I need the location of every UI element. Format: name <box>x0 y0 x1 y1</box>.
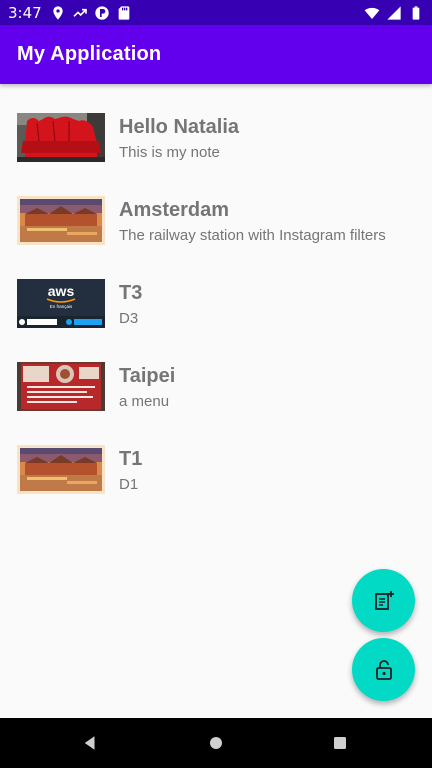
note-list: Hello Natalia This is my note Amsterdam … <box>0 84 432 511</box>
amsterdam-station-image <box>17 445 105 494</box>
app-title: My Application <box>17 43 162 65</box>
note-item[interactable]: Taipei a menu <box>0 345 432 428</box>
recents-button[interactable] <box>310 718 370 768</box>
note-title: Hello Natalia <box>119 116 240 138</box>
note-title: T1 <box>119 448 143 470</box>
signal-icon <box>386 5 402 21</box>
location-icon <box>50 5 66 21</box>
recents-square-icon <box>334 737 346 749</box>
red-couch-image <box>17 113 105 162</box>
note-title: Taipei <box>119 365 176 387</box>
note-thumbnail <box>17 445 105 494</box>
status-right-icons <box>364 0 424 25</box>
status-time: 3:47 <box>8 3 42 22</box>
sd-card-icon <box>116 5 132 21</box>
lock-button[interactable] <box>352 638 415 701</box>
wifi-icon <box>364 5 380 21</box>
navigation-bar <box>0 718 432 768</box>
p-badge-icon <box>94 5 110 21</box>
trending-icon <box>72 5 88 21</box>
note-item[interactable]: Amsterdam The railway station with Insta… <box>0 179 432 262</box>
back-button[interactable] <box>60 718 120 768</box>
home-button[interactable] <box>186 718 246 768</box>
home-circle-icon <box>210 737 222 749</box>
note-title: Amsterdam <box>119 199 230 221</box>
status-bar: 3:47 <box>0 0 432 25</box>
aws-logo-text: aws <box>48 283 75 299</box>
note-description: D1 <box>119 476 139 493</box>
add-note-icon <box>374 590 394 610</box>
lock-icon <box>375 659 392 680</box>
note-item[interactable]: Hello Natalia This is my note <box>0 96 432 179</box>
note-item[interactable]: T1 D1 <box>0 428 432 511</box>
note-description: a menu <box>119 393 170 410</box>
aws-card-image: aws En français <box>17 279 105 328</box>
note-thumbnail <box>17 362 105 411</box>
amsterdam-station-image <box>17 196 105 245</box>
aws-subtitle-text: En français <box>50 304 73 309</box>
note-description: The railway station with Instagram filte… <box>119 227 386 244</box>
note-thumbnail: aws En français <box>17 279 105 328</box>
note-description: This is my note <box>119 144 220 161</box>
menu-photo-image <box>17 362 105 411</box>
status-left-icons <box>50 5 132 21</box>
note-item[interactable]: aws En français T3 D3 <box>0 262 432 345</box>
note-title: T3 <box>119 282 143 304</box>
back-triangle-icon <box>84 736 95 750</box>
battery-icon <box>408 5 424 21</box>
note-thumbnail <box>17 113 105 162</box>
note-description: D3 <box>119 310 139 327</box>
note-thumbnail <box>17 196 105 245</box>
app-bar: My Application <box>0 25 432 84</box>
add-note-button[interactable] <box>352 569 415 632</box>
